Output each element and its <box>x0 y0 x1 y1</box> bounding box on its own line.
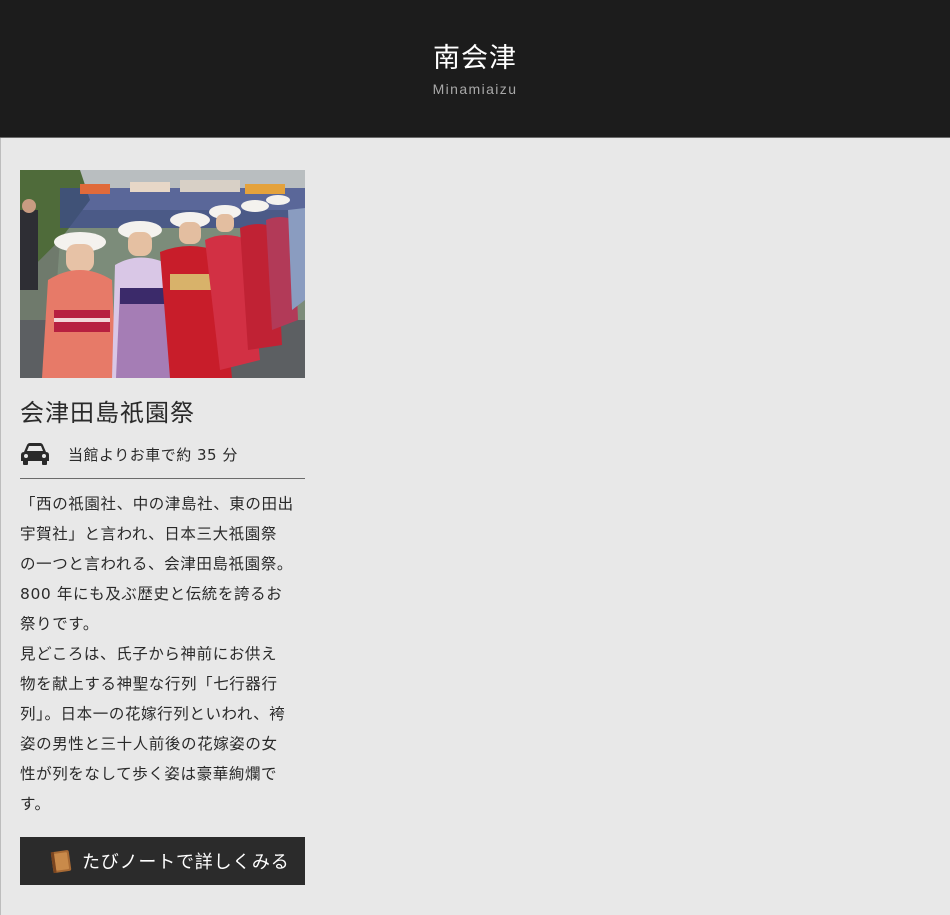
tabi-note-more-label: たびノートで詳しくみる <box>82 852 290 873</box>
festival-photo <box>20 170 305 378</box>
tabi-note-more-button[interactable]: たびノートで詳しくみる <box>20 837 305 885</box>
left-border <box>0 138 1 915</box>
spot-card: 会津田島祇園祭 当館よりお車で約 35 分 「西の祇園社、中の津島社、東の田出 … <box>20 170 305 819</box>
page-title: 南会津 <box>433 43 517 74</box>
divider <box>20 478 305 479</box>
book-icon <box>50 850 72 874</box>
site-header: 南会津 Minamiaizu <box>0 0 950 138</box>
spot-description: 「西の祇園社、中の津島社、東の田出 宇賀社」と言われ、日本三大祇園祭 の一つと言… <box>20 495 294 813</box>
access-info: 当館よりお車で約 35 分 <box>20 440 305 468</box>
festival-procession-image <box>20 170 305 378</box>
car-icon <box>21 443 49 465</box>
spot-title: 会津田島祇園祭 <box>20 399 195 427</box>
access-time-text: 当館よりお車で約 35 分 <box>68 445 238 464</box>
page-subtitle: Minamiaizu <box>432 81 518 97</box>
